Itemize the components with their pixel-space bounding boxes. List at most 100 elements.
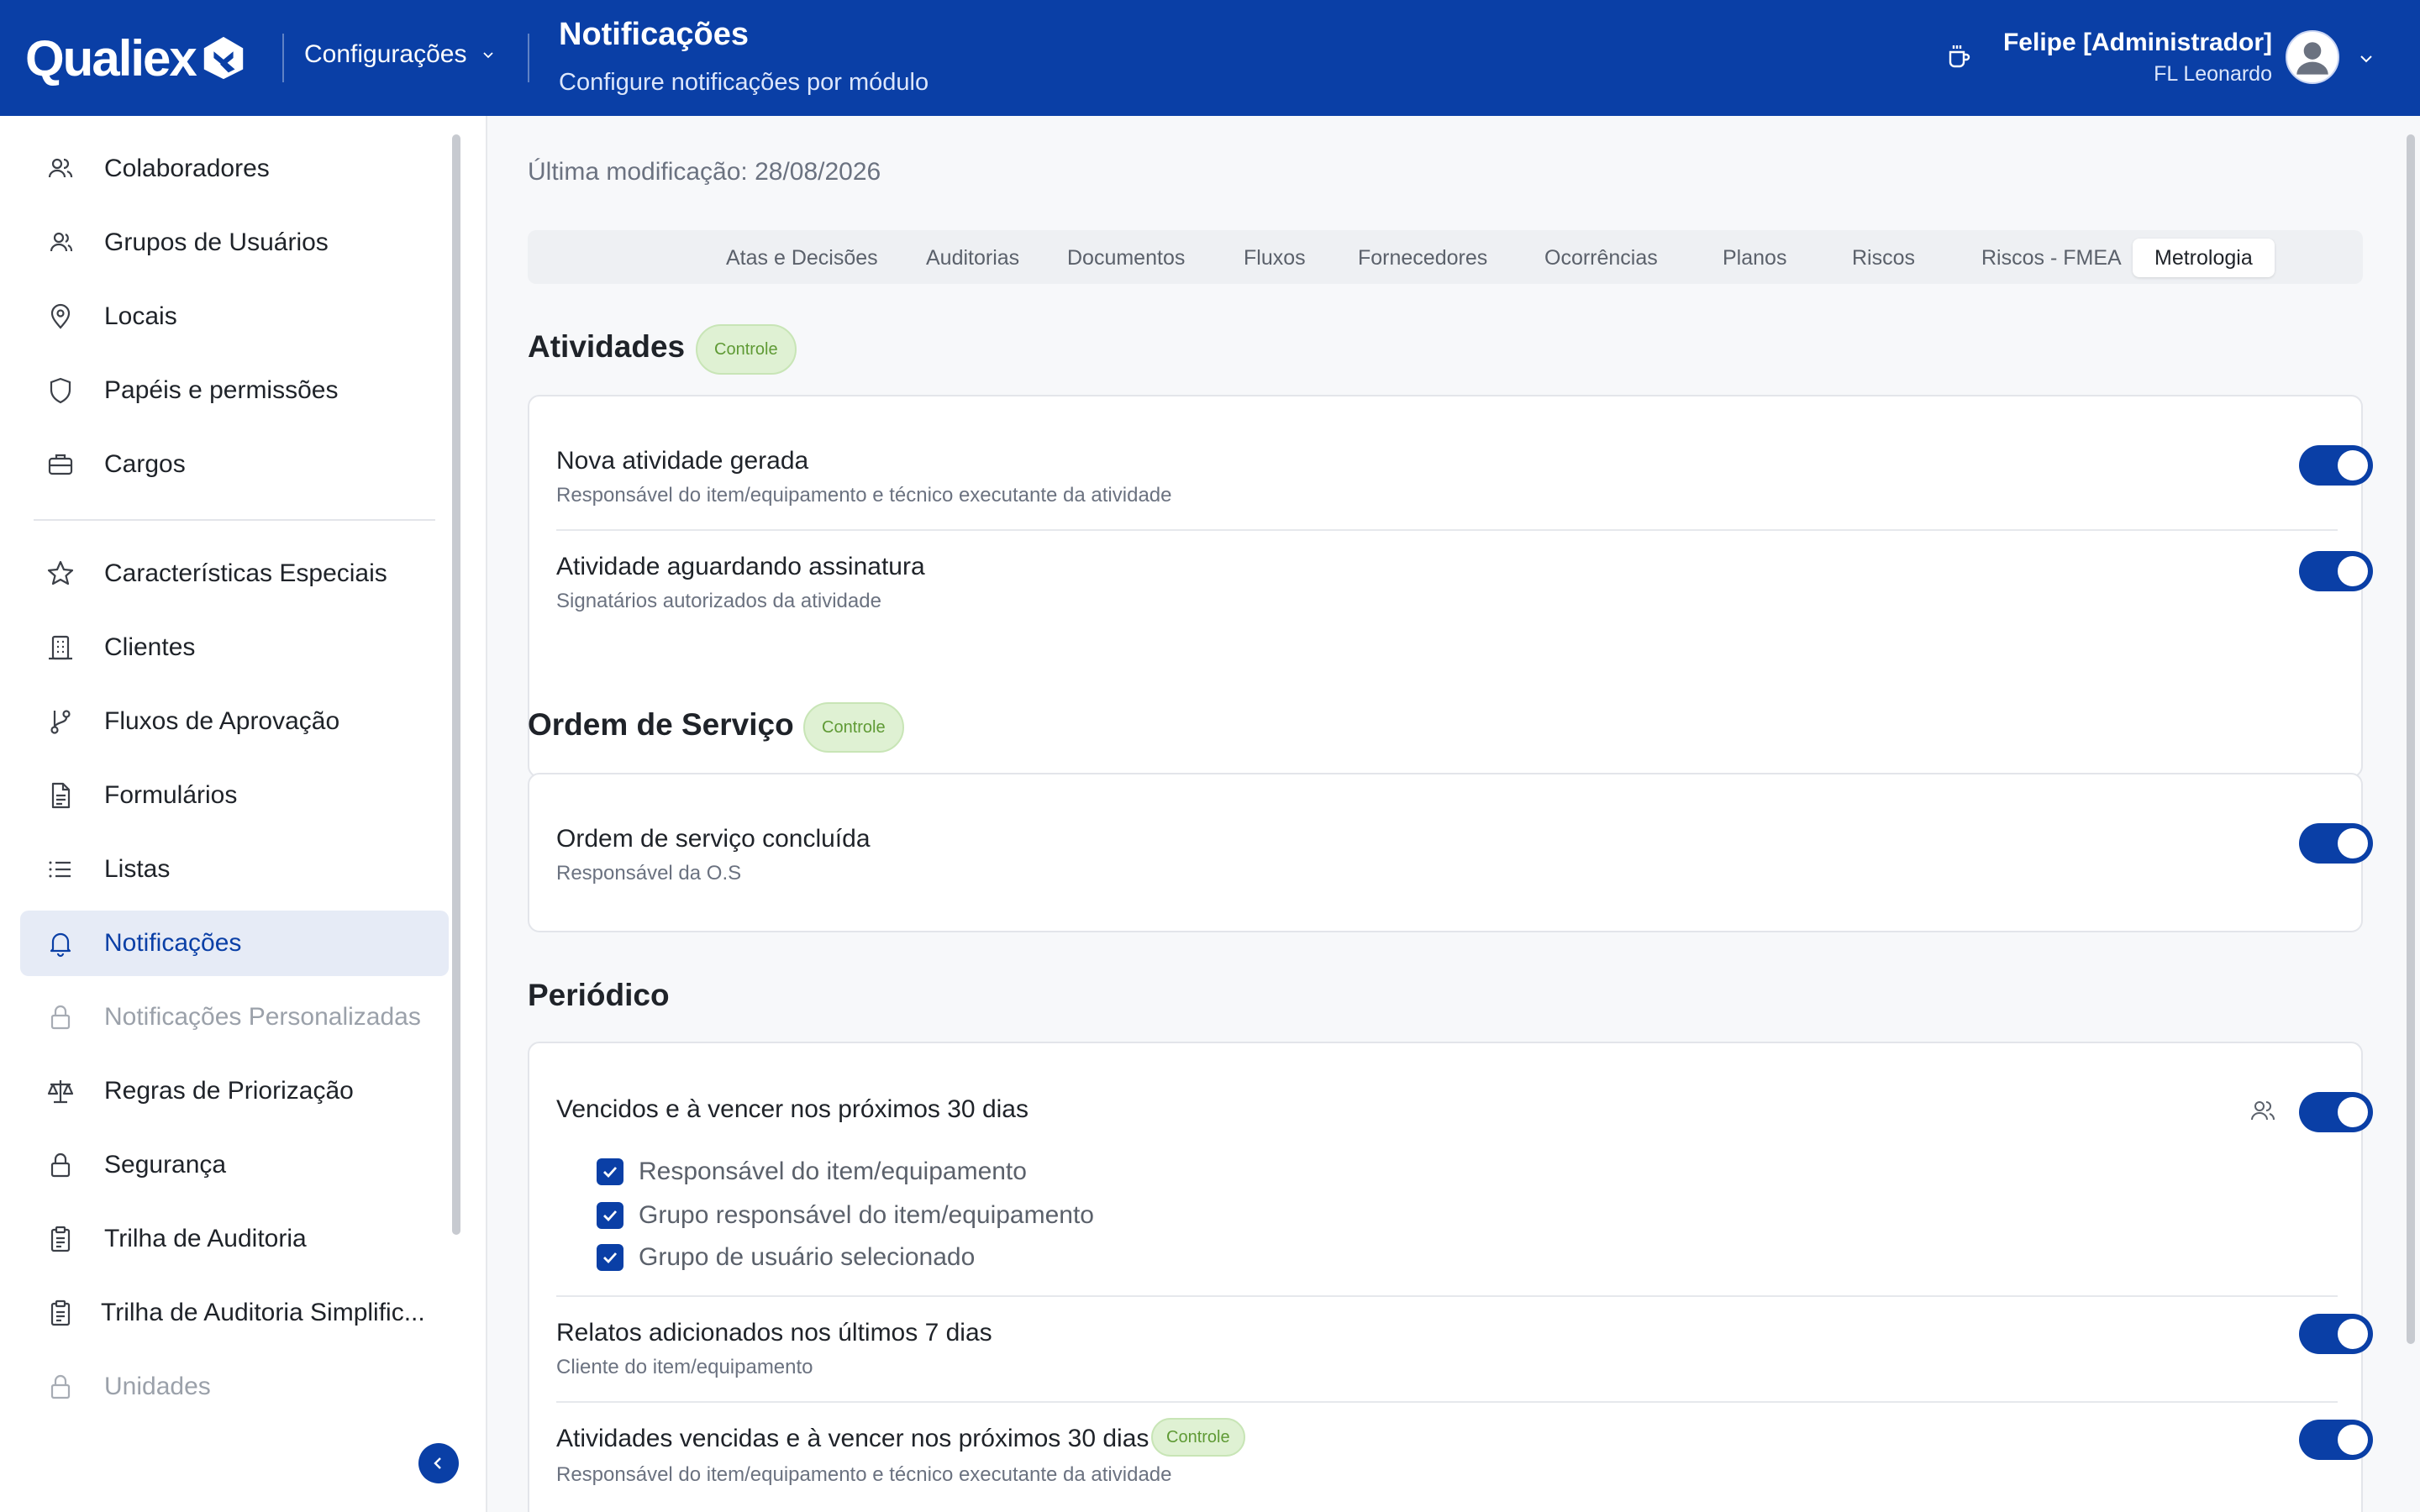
sidebar-item-label: Características Especiais: [104, 559, 387, 587]
sidebar-item-caracteristicas-especiais[interactable]: Características Especiais: [20, 541, 449, 606]
sidebar-item-seguranca[interactable]: Segurança: [20, 1132, 449, 1198]
sidebar-item-label: Locais: [104, 302, 177, 330]
tab-documentos[interactable]: Documentos: [1045, 239, 1207, 277]
tab-metrologia[interactable]: Metrologia: [2133, 239, 2275, 277]
header-divider: [282, 34, 284, 82]
tab-riscos-fmea[interactable]: Riscos - FMEA: [1960, 239, 2144, 277]
sidebar-item-listas[interactable]: Listas: [20, 837, 449, 902]
checkbox-checked[interactable]: [597, 1202, 623, 1229]
check-icon: [603, 1210, 618, 1222]
section-title-atividades: Atividades: [528, 329, 686, 364]
row-description: Signatários autorizados da atividade: [556, 590, 881, 612]
option-responsavel-item[interactable]: Responsável do item/equipamento: [597, 1158, 1027, 1186]
top-header: Qualiex Configurações Notificações Confi…: [0, 0, 2420, 116]
collapse-sidebar-button[interactable]: [418, 1443, 459, 1483]
last-modified: Última modificação: 28/08/2026: [528, 158, 881, 186]
sidebar-item-label: Papéis e permissões: [104, 376, 339, 404]
git-branch-icon: [50, 710, 71, 734]
chevron-left-icon: [434, 1457, 441, 1469]
user-menu-chevron-icon[interactable]: [2358, 50, 2375, 67]
bell-icon: [50, 932, 71, 958]
sidebar-item-label: Trilha de Auditoria Simplific...: [101, 1299, 425, 1326]
user-org: FL Leonardo: [2154, 62, 2272, 86]
user-name[interactable]: Felipe [Administrador]: [2003, 29, 2272, 57]
row-title: Nova atividade gerada: [556, 447, 809, 475]
option-grupo-responsavel-item[interactable]: Grupo responsável do item/equipamento: [597, 1201, 1094, 1230]
sidebar-item-locais[interactable]: Locais: [20, 284, 449, 349]
toggle-vencidos-e-a-vencer[interactable]: [2299, 1092, 2373, 1132]
page-subtitle: Configure notificações por módulo: [559, 69, 929, 96]
sidebar-item-trilha-de-auditoria-simplificada[interactable]: Trilha de Auditoria Simplific...: [20, 1280, 449, 1346]
sidebar-item-label: Unidades: [104, 1373, 211, 1400]
users-icon[interactable]: [2249, 1097, 2277, 1126]
checkbox-checked[interactable]: [597, 1244, 623, 1271]
sidebar-item-clientes[interactable]: Clientes: [20, 615, 449, 680]
toggle-atividades-vencidas[interactable]: [2299, 1420, 2373, 1460]
sidebar-item-regras-de-priorizacao[interactable]: Regras de Priorização: [20, 1058, 449, 1124]
row-title: Atividades vencidas e à vencer nos próxi…: [556, 1425, 1150, 1452]
sidebar-item-colaboradores[interactable]: Colaboradores: [20, 136, 449, 202]
row-title: Vencidos e à vencer nos próximos 30 dias: [556, 1095, 1028, 1123]
app-logo[interactable]: Qualiex: [25, 30, 248, 87]
sidebar-item-label: Notificações: [104, 929, 242, 957]
list-icon: [49, 861, 71, 878]
tab-planos[interactable]: Planos: [1701, 239, 1808, 277]
clipboard-icon: [50, 1299, 71, 1326]
sidebar-item-formularios[interactable]: Formulários: [20, 763, 449, 828]
tab-fornecedores[interactable]: Fornecedores: [1336, 239, 1509, 277]
toggle-ordem-de-servico-concluida[interactable]: [2299, 823, 2373, 864]
header-divider: [528, 34, 529, 82]
tab-ocorrencias[interactable]: Ocorrências: [1523, 239, 1680, 277]
sidebar-item-fluxos-de-aprovacao[interactable]: Fluxos de Aprovação: [20, 689, 449, 754]
check-icon: [603, 1252, 618, 1264]
sidebar-item-cargos[interactable]: Cargos: [20, 432, 449, 497]
sidebar-scrollbar[interactable]: [452, 134, 460, 1235]
checkbox-checked[interactable]: [597, 1158, 623, 1185]
controle-badge: Controle: [803, 702, 904, 753]
option-grupo-usuario-selecionado[interactable]: Grupo de usuário selecionado: [597, 1243, 975, 1272]
lock-icon: [50, 1374, 71, 1399]
sidebar-item-notificacoes-personalizadas: Notificações Personalizadas: [20, 984, 449, 1050]
lock-icon: [50, 1005, 71, 1030]
row-description: Responsável do item/equipamento e técnic…: [556, 484, 1172, 507]
tab-riscos[interactable]: Riscos: [1830, 239, 1937, 277]
sidebar-item-label: Colaboradores: [104, 155, 270, 182]
toggle-atividade-aguardando-assinatura[interactable]: [2299, 551, 2373, 591]
shield-icon: [50, 377, 71, 404]
option-label: Responsável do item/equipamento: [639, 1158, 1027, 1185]
row-description: Responsável da O.S: [556, 862, 742, 885]
tab-auditorias[interactable]: Auditorias: [904, 239, 1041, 277]
sidebar-item-unidades: Unidades: [20, 1354, 449, 1420]
periodico-card: Vencidos e à vencer nos próximos 30 dias…: [528, 1042, 2373, 1512]
row-description: Cliente do item/equipamento: [556, 1356, 813, 1378]
ordem-de-servico-card: Ordem de serviço concluída Responsável d…: [528, 773, 2373, 932]
option-label: Grupo responsável do item/equipamento: [639, 1201, 1094, 1229]
toggle-relatos-adicionados[interactable]: [2299, 1314, 2373, 1354]
sidebar-item-notificacoes[interactable]: Notificações: [20, 911, 449, 976]
sidebar-item-grupos-de-usuarios[interactable]: Grupos de Usuários: [20, 210, 449, 276]
user-group-icon: [50, 232, 73, 252]
row-divider: [556, 1401, 2338, 1403]
row-title: Atividade aguardando assinatura: [556, 553, 925, 580]
section-title-periodico: Periódico: [528, 978, 670, 1012]
module-select[interactable]: Configurações: [304, 40, 495, 69]
row-divider: [556, 1295, 2338, 1297]
controle-badge: Controle: [696, 324, 797, 375]
scale-icon: [47, 1080, 74, 1104]
avatar[interactable]: [2286, 30, 2339, 84]
row-title: Ordem de serviço concluída: [556, 825, 871, 853]
coffee-icon[interactable]: [1944, 42, 1973, 71]
check-icon: [603, 1167, 618, 1179]
user-avatar-icon: [2296, 42, 2328, 75]
users-icon: [48, 158, 73, 178]
tab-fluxos[interactable]: Fluxos: [1222, 239, 1328, 277]
sidebar-item-label: Notificações Personalizadas: [104, 1003, 421, 1031]
row-description: Responsável do item/equipamento e técnic…: [556, 1463, 1172, 1486]
tab-atas-e-decisoes[interactable]: Atas e Decisões: [704, 239, 900, 277]
briefcase-icon: [48, 454, 73, 475]
sidebar-item-trilha-de-auditoria[interactable]: Trilha de Auditoria: [20, 1206, 449, 1272]
atividades-card: Nova atividade gerada Responsável do ite…: [528, 395, 2373, 778]
toggle-nova-atividade-gerada[interactable]: [2299, 445, 2373, 486]
main-scrollbar[interactable]: [2407, 134, 2415, 1344]
sidebar-item-papeis-e-permissoes[interactable]: Papéis e permissões: [20, 358, 449, 423]
